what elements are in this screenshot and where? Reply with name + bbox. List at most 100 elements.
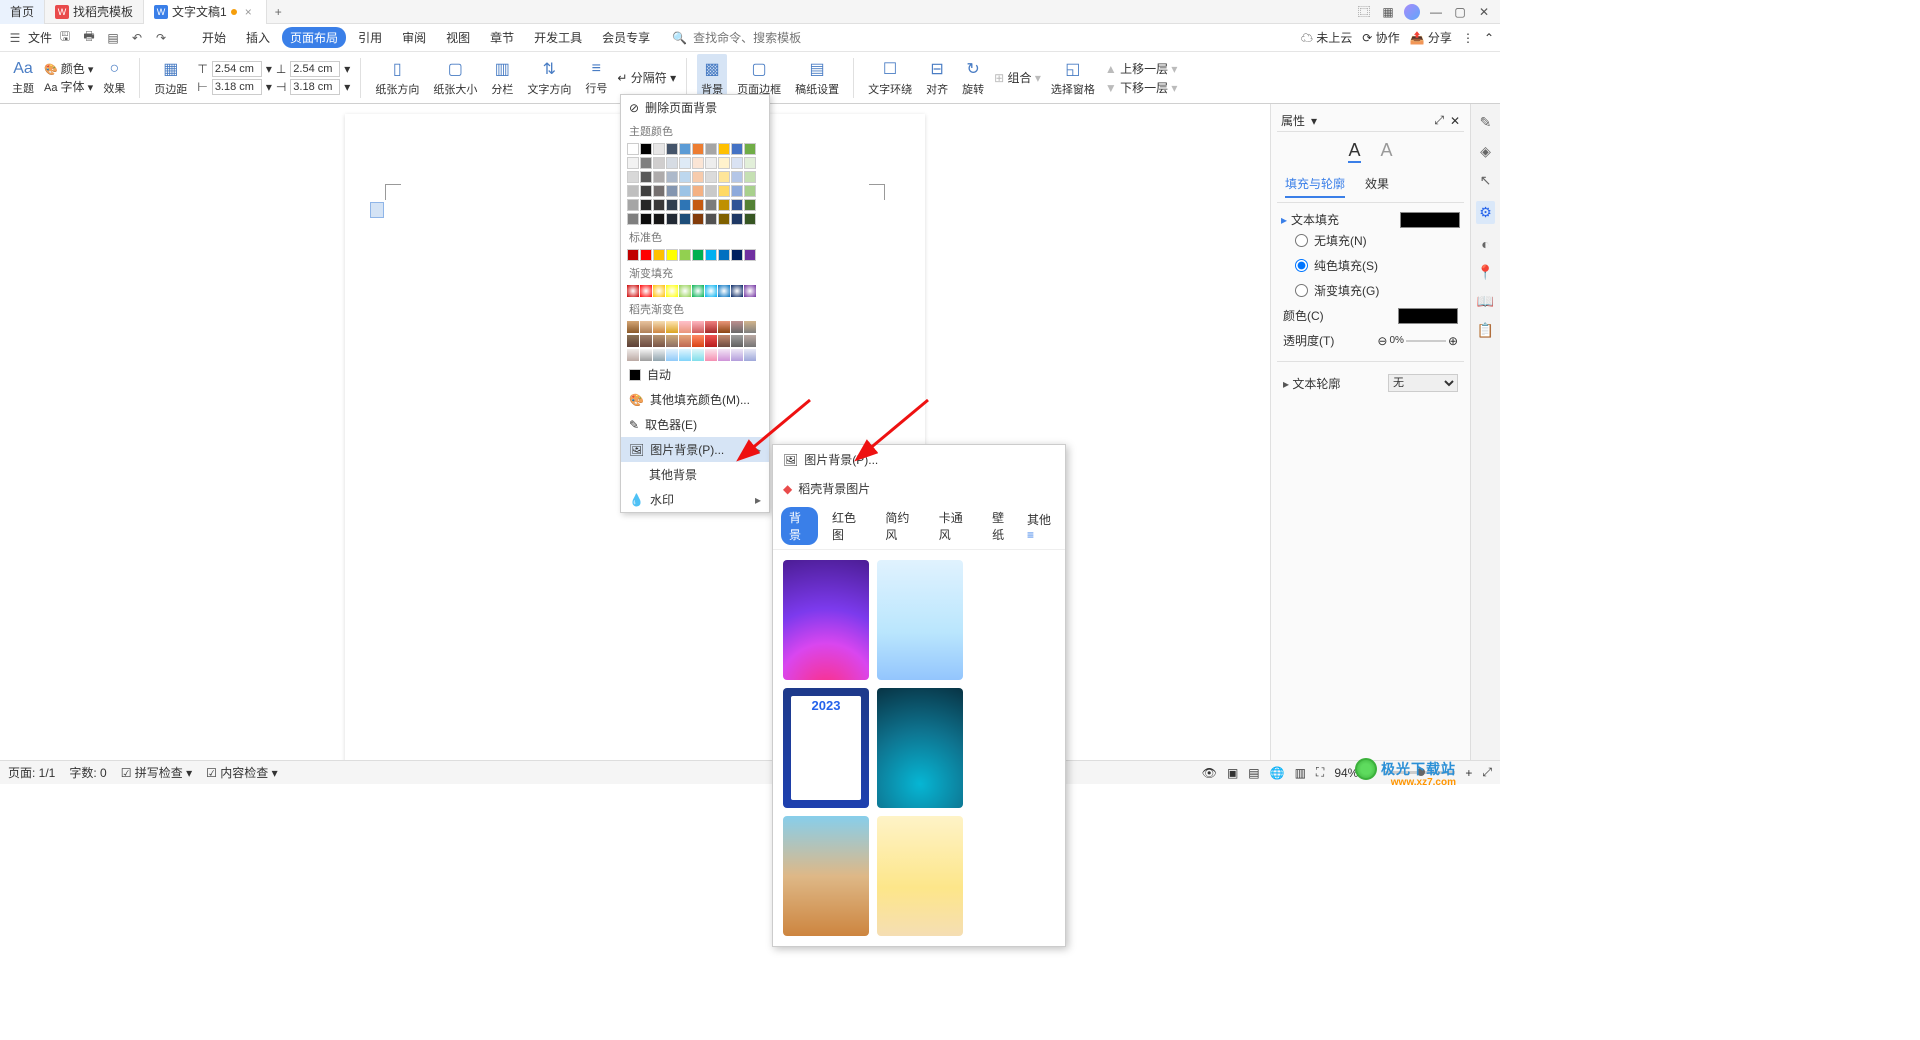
view-web-icon[interactable]: 🌐 [1270, 766, 1285, 780]
cat-red[interactable]: 红色图 [824, 507, 871, 545]
margin-bottom-input[interactable] [290, 61, 340, 77]
tab-ref[interactable]: 引用 [350, 27, 390, 48]
search-input[interactable] [693, 31, 813, 45]
tool-thesaurus-icon[interactable]: ✎ [1480, 114, 1492, 131]
tool-select-icon[interactable]: ↖ [1480, 172, 1492, 189]
view-eye-icon[interactable]: 👁 [1202, 766, 1217, 780]
rotate-button[interactable]: ↻旋转 [958, 54, 988, 102]
margin-top-input[interactable] [212, 61, 262, 77]
tool-shape-icon[interactable]: ◐ [1481, 236, 1489, 252]
menu-icon[interactable]: ☰ [6, 29, 24, 47]
zoom-in-button[interactable]: + [1465, 766, 1472, 780]
tab-chapter[interactable]: 章节 [482, 27, 522, 48]
minimize-button[interactable]: — [1428, 5, 1444, 19]
cat-bg[interactable]: 背景 [781, 507, 818, 545]
orient-button[interactable]: ▯纸张方向 [371, 54, 423, 102]
tool-location-icon[interactable]: 📍 [1477, 264, 1494, 281]
radio-nofill[interactable]: 无填充(N) [1281, 228, 1460, 253]
redo-icon[interactable]: ↷ [152, 29, 170, 47]
contentcheck-toggle[interactable]: ☑ 内容检查 ▾ [206, 764, 277, 781]
trans-minus[interactable]: ⊖ [1377, 334, 1387, 348]
maximize-button[interactable]: ▢ [1452, 5, 1468, 19]
bg-thumb-1[interactable] [783, 560, 869, 680]
margin-button[interactable]: ▦页边距 [150, 54, 191, 102]
apps-icon[interactable]: ▦ [1380, 5, 1396, 19]
file-menu[interactable]: 文件 [28, 29, 52, 46]
tab-document[interactable]: W 文字文稿1 × [144, 0, 267, 24]
tab-view[interactable]: 视图 [438, 27, 478, 48]
color-swatch[interactable] [627, 143, 639, 155]
cat-other[interactable]: 其他 ≡ [1027, 511, 1057, 542]
subtab-fill[interactable]: 填充与轮廓 [1285, 175, 1345, 198]
color-picker[interactable] [1398, 308, 1458, 324]
subtab-effect[interactable]: 效果 [1365, 175, 1389, 198]
tool-read-icon[interactable]: 📖 [1477, 293, 1494, 310]
lineno-button[interactable]: ≡行号 [581, 54, 611, 102]
tab-start[interactable]: 开始 [194, 27, 234, 48]
trans-plus[interactable]: ⊕ [1448, 334, 1458, 348]
panel-close-button[interactable]: ✕ [1450, 114, 1460, 128]
columns-button[interactable]: ▥分栏 [487, 54, 517, 102]
radio-gradient[interactable]: 渐变填充(G) [1281, 278, 1460, 303]
view-print-icon[interactable]: ▤ [1248, 766, 1259, 780]
effect-button[interactable]: ○效果 [99, 54, 129, 102]
spellcheck-toggle[interactable]: ☑ 拼写检查 ▾ [121, 764, 192, 781]
cloud-status[interactable]: ☁ 未上云 [1301, 29, 1352, 46]
bg-thumb-3[interactable]: 2023 [783, 688, 869, 808]
panel-tab-text[interactable]: A [1348, 140, 1360, 163]
paper-button[interactable]: ▤稿纸设置 [791, 54, 843, 102]
collab-button[interactable]: ⟳ 协作 [1362, 29, 1399, 46]
tab-member[interactable]: 会员专享 [594, 27, 658, 48]
color-button[interactable]: 🎨 颜色 ▾ [44, 60, 93, 77]
share-button[interactable]: 📤 分享 [1410, 29, 1452, 46]
user-icon[interactable] [1404, 4, 1420, 20]
tab-template[interactable]: W 找稻壳模板 [45, 0, 144, 24]
view-outline-icon[interactable]: ▥ [1295, 766, 1306, 780]
tool-settings-icon[interactable]: ⚙ [1476, 201, 1495, 224]
page-count[interactable]: 页面: 1/1 [8, 764, 55, 781]
tab-close-button[interactable]: × [241, 5, 256, 19]
text-outline-section[interactable]: ▸ 文本轮廓无 [1281, 370, 1460, 396]
theme-button[interactable]: Aa主题 [8, 54, 38, 102]
margin-left-input[interactable] [212, 79, 262, 95]
collapse-ribbon-icon[interactable]: ⌃ [1484, 31, 1494, 45]
bg-thumb-6[interactable] [877, 816, 963, 936]
text-fill-section[interactable]: ▸ 文本填充 [1281, 211, 1460, 228]
word-count[interactable]: 字数: 0 [69, 764, 106, 781]
cat-simple[interactable]: 简约风 [877, 507, 924, 545]
margin-right-input[interactable] [290, 79, 340, 95]
reading-mode-icon[interactable]: ⿴ [1356, 3, 1372, 20]
print-icon[interactable]: 🖶 [80, 29, 98, 47]
tab-home[interactable]: 首页 [0, 0, 45, 24]
tool-clipboard-icon[interactable]: 📋 [1477, 322, 1494, 339]
tab-add-button[interactable]: + [267, 5, 290, 19]
undo-icon[interactable]: ↶ [128, 29, 146, 47]
cat-wall[interactable]: 壁纸 [984, 507, 1021, 545]
auto-color-item[interactable]: 自动 [621, 362, 769, 387]
transparency-slider[interactable] [1406, 340, 1446, 342]
more-icon[interactable]: ⋮ [1462, 31, 1474, 45]
pane-button[interactable]: ◱选择窗格 [1047, 54, 1099, 102]
panel-pin-icon[interactable]: ⤢ [1434, 113, 1444, 128]
tab-review[interactable]: 审阅 [394, 27, 434, 48]
view-focus-icon[interactable]: ▣ [1227, 766, 1238, 780]
delete-bg-item[interactable]: ⊘删除页面背景 [621, 95, 769, 120]
save-icon[interactable]: 🖫 [56, 29, 74, 47]
breaks-button[interactable]: ↵ 分隔符 ▾ [617, 69, 676, 86]
bg-thumb-2[interactable] [877, 560, 963, 680]
fullscreen-icon[interactable]: ⤢ [1482, 765, 1492, 780]
panel-tab-effect[interactable]: A [1381, 140, 1393, 163]
cat-cartoon[interactable]: 卡通风 [931, 507, 978, 545]
bg-thumb-4[interactable] [877, 688, 963, 808]
close-button[interactable]: ✕ [1476, 5, 1492, 19]
outline-select[interactable]: 无 [1388, 374, 1458, 392]
font-button[interactable]: Aa 字体 ▾ [44, 78, 93, 95]
tab-dev[interactable]: 开发工具 [526, 27, 590, 48]
search-box[interactable]: 🔍 [672, 31, 813, 45]
tab-layout[interactable]: 页面布局 [282, 27, 346, 48]
align-button[interactable]: ⊟对齐 [922, 54, 952, 102]
size-button[interactable]: ▢纸张大小 [429, 54, 481, 102]
zoom-fit-icon[interactable]: ⛶ [1316, 765, 1324, 780]
bg-thumb-5[interactable] [783, 816, 869, 936]
textdir-button[interactable]: ⇅文字方向 [523, 54, 575, 102]
